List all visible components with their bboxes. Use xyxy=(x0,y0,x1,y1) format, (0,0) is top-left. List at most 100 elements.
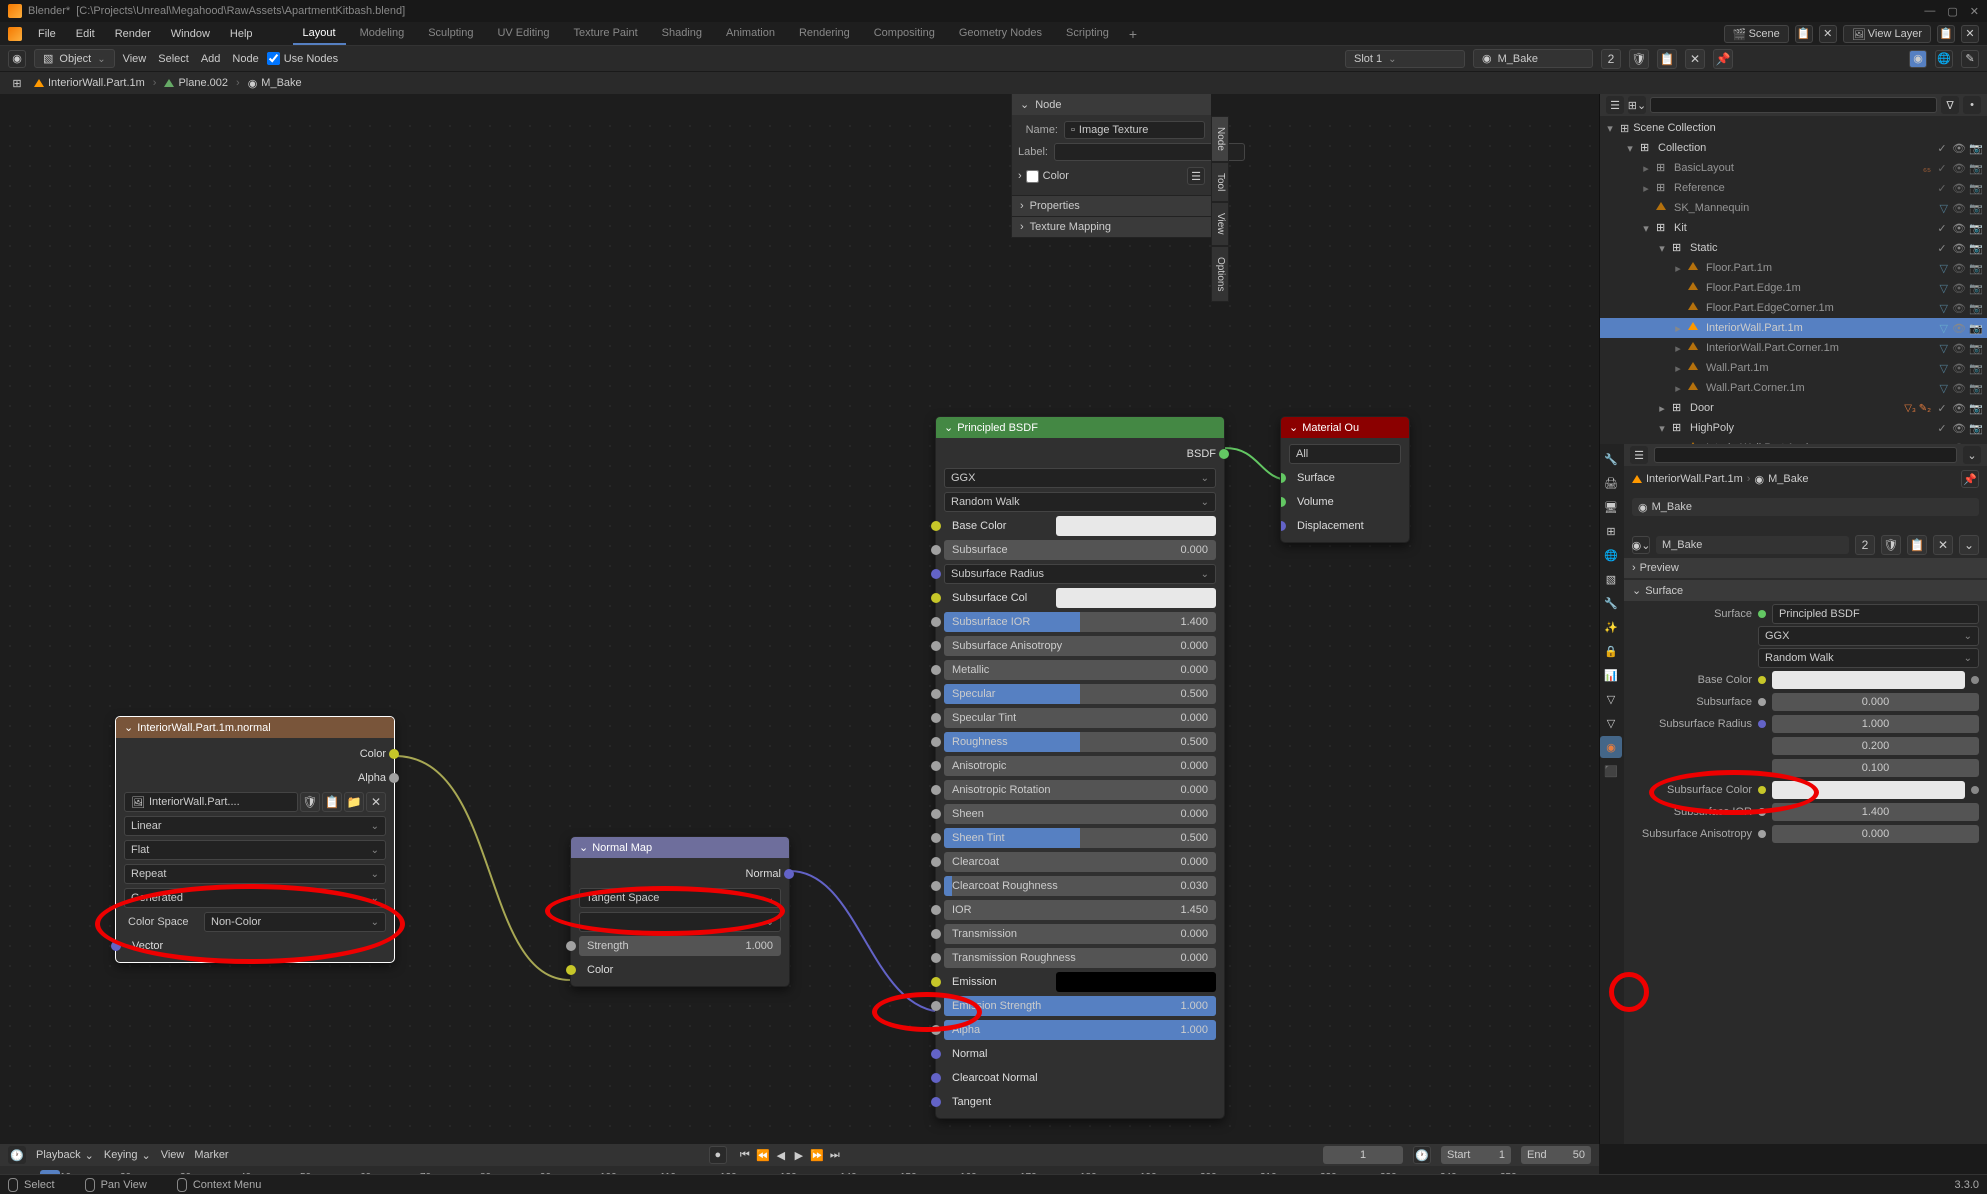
modifier-icon[interactable]: ▽ xyxy=(1940,382,1948,395)
bsdf-socket[interactable] xyxy=(1219,449,1229,459)
modifier-icon[interactable]: ▽ xyxy=(1940,202,1948,215)
slot-selector[interactable]: Slot 1 xyxy=(1345,50,1465,68)
prop-tab-material[interactable]: ◉ xyxy=(1600,736,1622,758)
visibility-toggle[interactable]: 📷 xyxy=(1969,162,1983,175)
mat-new-btn[interactable]: 📋 xyxy=(1657,49,1677,69)
input-socket[interactable] xyxy=(931,809,941,819)
editor-type-btn[interactable]: ◉ xyxy=(8,50,26,68)
menu-edit[interactable]: Edit xyxy=(66,28,105,40)
prop-tab-modifier[interactable]: 🔧 xyxy=(1600,592,1622,614)
prop-subsurface-color[interactable]: Subsurface Color xyxy=(1632,779,1979,801)
visibility-toggle[interactable]: 📷 xyxy=(1969,202,1983,215)
bsdf-subsurface-col[interactable]: Subsurface Col xyxy=(936,586,1224,610)
outliner-item[interactable]: ▸Floor.Part.1m▽👁📷 xyxy=(1600,258,1987,278)
visibility-toggle[interactable]: 📷 xyxy=(1969,182,1983,195)
bsdf-alpha[interactable]: Alpha1.000 xyxy=(936,1018,1224,1042)
viewlayer-selector[interactable]: 🖼View Layer xyxy=(1843,25,1931,43)
volume-socket[interactable] xyxy=(1280,497,1286,507)
node-header[interactable]: ⌄Material Ou xyxy=(1281,417,1409,438)
expand-icon[interactable]: ▸ xyxy=(1672,322,1684,335)
workspace-layout[interactable]: Layout xyxy=(293,23,346,45)
bsdf-subsurface-ior[interactable]: Subsurface IOR1.400 xyxy=(936,610,1224,634)
jump-start-btn[interactable]: ⏮ xyxy=(737,1147,753,1163)
bsdf-specular[interactable]: Specular0.500 xyxy=(936,682,1224,706)
props-opts-btn[interactable]: ⌄ xyxy=(1963,446,1981,464)
interpolation-select[interactable]: Linear xyxy=(124,816,386,836)
prop-subsurface-anisotropy[interactable]: Subsurface Anisotropy0.000 xyxy=(1632,823,1979,845)
prop-tab-output[interactable]: 🖨 xyxy=(1600,472,1622,494)
bsdf-base-color[interactable]: Base Color xyxy=(936,514,1224,538)
mat-unlink[interactable]: ✕ xyxy=(1933,535,1953,555)
frame-range-btn[interactable]: 🕐 xyxy=(1413,1146,1431,1164)
prop-tab-object[interactable]: ▧ xyxy=(1600,568,1622,590)
input-socket[interactable] xyxy=(931,1073,941,1083)
colorspace-select[interactable]: Non-Color xyxy=(204,912,386,932)
scene-del-btn[interactable]: ✕ xyxy=(1819,25,1837,43)
input-socket[interactable] xyxy=(931,833,941,843)
bc-material[interactable]: ◉M_Bake xyxy=(244,77,306,90)
bsdf-transmission[interactable]: Transmission0.000 xyxy=(936,922,1224,946)
visibility-toggle[interactable]: 📷 xyxy=(1969,402,1983,415)
outliner-item[interactable]: ▸Wall.Part.Corner.1m▽👁📷 xyxy=(1600,378,1987,398)
win-close-btn[interactable]: ✕ xyxy=(1970,5,1979,18)
tl-menu-view[interactable]: View xyxy=(161,1149,185,1162)
mat-users-btn[interactable]: 2 xyxy=(1601,49,1621,69)
modifier-icon[interactable]: ▽ xyxy=(1940,282,1948,295)
node-panel-header[interactable]: ⌄Node xyxy=(1012,94,1211,115)
shader-type-world-btn[interactable]: 🌐 xyxy=(1935,50,1953,68)
node-menu-node[interactable]: Node xyxy=(232,53,258,65)
menu-window[interactable]: Window xyxy=(161,28,220,40)
outliner-item[interactable]: ▾⊞HighPoly✓👁📷 xyxy=(1600,418,1987,438)
input-socket[interactable] xyxy=(931,689,941,699)
image-texture-node[interactable]: ⌄InteriorWall.Part.1m.normal Color Alpha… xyxy=(115,716,395,963)
input-socket[interactable] xyxy=(931,977,941,987)
surface-socket[interactable] xyxy=(1280,473,1286,483)
mat-fake-user[interactable]: 🛡 xyxy=(1881,535,1901,555)
input-socket[interactable] xyxy=(931,617,941,627)
visibility-toggle[interactable]: 📷 xyxy=(1969,142,1983,155)
target-select[interactable]: All xyxy=(1289,444,1401,464)
workspace-compositing[interactable]: Compositing xyxy=(864,23,945,45)
node-header[interactable]: ⌄Normal Map xyxy=(571,837,789,858)
add-workspace-btn[interactable]: + xyxy=(1119,22,1147,46)
input-socket[interactable] xyxy=(931,593,941,603)
n-tab-view[interactable]: View xyxy=(1211,202,1229,246)
preview-panel[interactable]: ›Preview xyxy=(1624,558,1987,578)
material-list-item[interactable]: ◉M_Bake xyxy=(1632,498,1979,516)
outliner-item[interactable]: SK_Mannequin▽👁📷 xyxy=(1600,198,1987,218)
expand-icon[interactable]: ▾ xyxy=(1656,242,1668,255)
menu-help[interactable]: Help xyxy=(220,28,263,40)
menu-file[interactable]: File xyxy=(28,28,66,40)
display-mode-btn[interactable]: ⊞⌄ xyxy=(1628,96,1646,114)
scene-selector[interactable]: 🎬Scene xyxy=(1724,25,1789,43)
normal-out-socket[interactable] xyxy=(784,869,794,879)
workspace-uv-editing[interactable]: UV Editing xyxy=(487,23,559,45)
outliner-item[interactable]: ▸InteriorWall.Part.1m▽👁📷 xyxy=(1600,318,1987,338)
unlink-image-btn[interactable]: ✕ xyxy=(366,792,386,812)
input-socket[interactable] xyxy=(931,857,941,867)
tl-menu-marker[interactable]: Marker xyxy=(194,1149,228,1162)
node-menu-add[interactable]: Add xyxy=(201,53,221,65)
bc-toggle-btn[interactable]: ⊞ xyxy=(8,74,26,92)
bsdf-anisotropic-rotation[interactable]: Anisotropic Rotation0.000 xyxy=(936,778,1224,802)
bsdf-emission[interactable]: Emission xyxy=(936,970,1224,994)
visibility-toggle[interactable]: 👁 xyxy=(1952,202,1966,215)
color-socket[interactable] xyxy=(389,749,399,759)
bsdf-transmission-roughness[interactable]: Transmission Roughness0.000 xyxy=(936,946,1224,970)
expand-icon[interactable]: ▸ xyxy=(1672,262,1684,275)
material-selector[interactable]: ◉M_Bake xyxy=(1473,49,1593,68)
outliner-item[interactable]: ▸InteriorWall.Part.Corner.1m▽👁📷 xyxy=(1600,338,1987,358)
prop-tab-data2[interactable]: ▽ xyxy=(1600,712,1622,734)
workspace-texture-paint[interactable]: Texture Paint xyxy=(563,23,647,45)
prop-tab-physics[interactable]: 🔒 xyxy=(1600,640,1622,662)
input-socket[interactable] xyxy=(931,761,941,771)
modifier-icon[interactable]: ▽ xyxy=(1940,362,1948,375)
input-socket[interactable] xyxy=(931,785,941,795)
visibility-toggle[interactable]: ✓ xyxy=(1935,222,1949,235)
fake-user-btn[interactable]: 🛡 xyxy=(300,792,320,812)
outliner-type-btn[interactable]: ☰ xyxy=(1606,96,1624,114)
prop-subsurface-radius[interactable]: Subsurface Radius1.000 xyxy=(1632,713,1979,735)
keyframe-next-btn[interactable]: ⏩ xyxy=(809,1147,825,1163)
visibility-toggle[interactable]: 👁 xyxy=(1952,182,1966,195)
input-socket[interactable] xyxy=(931,521,941,531)
